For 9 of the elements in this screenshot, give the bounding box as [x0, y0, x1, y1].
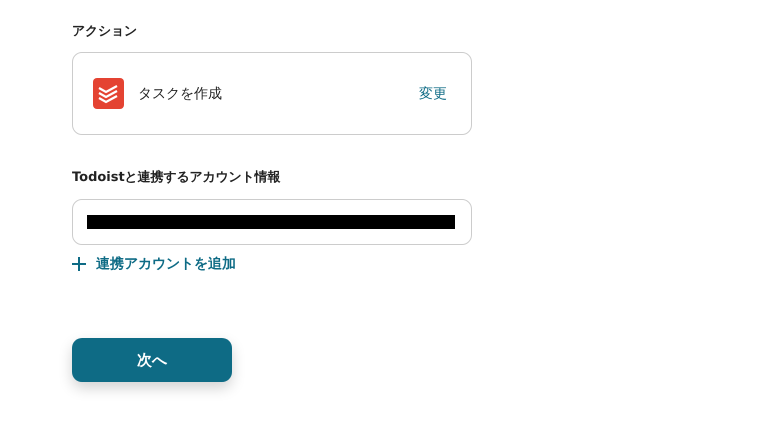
next-button[interactable]: 次へ — [72, 338, 232, 382]
plus-icon — [72, 257, 86, 271]
change-link[interactable]: 変更 — [419, 84, 447, 102]
add-account-link[interactable]: 連携アカウントを追加 — [72, 255, 236, 273]
section-label: Todoistと連携するアカウント情報 — [72, 168, 282, 187]
account-field[interactable] — [72, 199, 472, 245]
app-logo-icon — [93, 78, 124, 109]
section-label: アクション — [72, 23, 138, 41]
action-name: タスクを作成 — [138, 84, 223, 102]
